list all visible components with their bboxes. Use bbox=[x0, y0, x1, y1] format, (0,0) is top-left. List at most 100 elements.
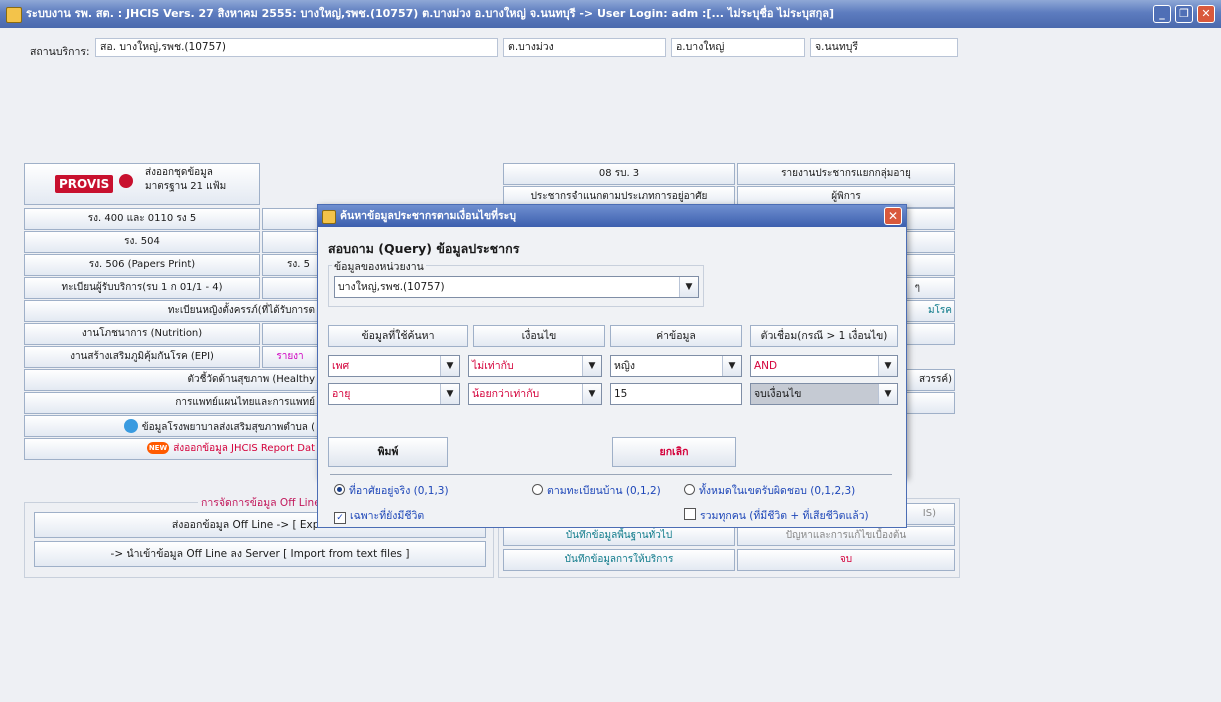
thai-medicine-button[interactable]: การแพทย์แผนไทยและการแพทย์ bbox=[24, 392, 318, 414]
condition-select-1[interactable]: ไม่เท่ากับ ▼ bbox=[468, 355, 602, 377]
condition-select-2[interactable]: น้อยกว่าเท่ากับ ▼ bbox=[468, 383, 602, 405]
window-title: ระบบงาน รพ. สต. : JHCIS Vers. 27 สิงหาคม… bbox=[26, 7, 835, 20]
connector-select-2[interactable]: จบเงื่อนไข ▼ bbox=[750, 383, 898, 405]
rs506-button[interactable]: รง. 506 (Papers Print) bbox=[24, 254, 260, 276]
check-alive-label: เฉพาะที่ยังมีชีวิต bbox=[350, 510, 425, 522]
print-button[interactable]: พิมพ์ bbox=[328, 437, 448, 467]
rs5-partial-button[interactable]: รง. 5 bbox=[262, 254, 318, 276]
nutrition-button[interactable]: งานโภชนาการ (Nutrition) bbox=[24, 323, 260, 345]
condition-select-2-value: น้อยกว่าเท่ากับ bbox=[472, 388, 540, 400]
right-hidden-4[interactable] bbox=[905, 323, 955, 345]
field-select-1[interactable]: เพศ ▼ bbox=[328, 355, 460, 377]
dialog-options-panel: ที่อาศัยอยู่จริง (0,1,3) ตามทะเบียนบ้าน … bbox=[317, 470, 907, 528]
window-titlebar: ระบบงาน รพ. สต. : JHCIS Vers. 27 สิงหาคม… bbox=[0, 0, 1221, 28]
hidden-button-3[interactable] bbox=[262, 277, 318, 299]
right-hidden-1[interactable] bbox=[905, 208, 955, 230]
field-select-2[interactable]: อายุ ▼ bbox=[328, 383, 460, 405]
provis-logo: PROVIS bbox=[55, 175, 114, 193]
chevron-down-icon: ▼ bbox=[878, 356, 897, 376]
hospital-info-button[interactable]: ข้อมูลโรงพยาบาลส่งเสริมสุขภาพตำบล ( bbox=[24, 415, 318, 437]
unit-group-title: ข้อมูลของหน่วยงาน bbox=[332, 258, 426, 275]
maximize-button[interactable]: ❐ bbox=[1175, 5, 1193, 23]
right-partial-n-button[interactable]: ๆ bbox=[905, 277, 955, 299]
right-hidden-5[interactable] bbox=[905, 392, 955, 414]
cancel-button[interactable]: ยกเลิก bbox=[612, 437, 736, 467]
provis-line2: มาตรฐาน 21 แฟ้ม bbox=[145, 181, 227, 192]
chevron-down-icon: ▼ bbox=[440, 384, 459, 404]
field-column-header[interactable]: ข้อมูลที่ใช้ค้นหา bbox=[328, 325, 468, 347]
hospital-cross-icon bbox=[123, 419, 138, 433]
condition-select-1-value: ไม่เท่ากับ bbox=[472, 360, 514, 372]
chevron-down-icon: ▼ bbox=[582, 356, 601, 376]
right-partial-disease-button[interactable]: มโรค bbox=[905, 300, 955, 322]
dialog-close-icon[interactable]: ✕ bbox=[884, 207, 902, 225]
value-column-header[interactable]: ค่าข้อมูล bbox=[610, 325, 742, 347]
tambon-field: ต.บางม่วง bbox=[503, 38, 666, 57]
chevron-down-icon: ▼ bbox=[440, 356, 459, 376]
options-divider bbox=[330, 474, 892, 475]
pregnant-register-button[interactable]: ทะเบียนหญิงตั้งครรภ์(ที่ได้รับการต bbox=[24, 300, 318, 322]
epi-button[interactable]: งานสร้างเสริมภูมิคุ้มกันโรค (EPI) bbox=[24, 346, 260, 368]
amphoe-field: อ.บางใหญ่ bbox=[671, 38, 805, 57]
java-app-icon bbox=[6, 7, 22, 23]
offline-group-title: การจัดการข้อมูล Off Line bbox=[198, 494, 324, 511]
radio-actual-label: ที่อาศัยอยู่จริง (0,1,3) bbox=[349, 485, 449, 497]
new-badge-icon: NEW bbox=[146, 442, 170, 454]
condition-column-header[interactable]: เงื่อนไข bbox=[473, 325, 605, 347]
unit-select-value: บางใหญ่,รพช.(10757) bbox=[338, 281, 445, 293]
hidden-button-1[interactable] bbox=[262, 208, 318, 230]
check-alive[interactable]: ✓ เฉพาะที่ยังมีชีวิต bbox=[334, 507, 424, 524]
service-unit-label: สถานบริการ: bbox=[30, 46, 90, 58]
hospital-info-label: ข้อมูลโรงพยาบาลส่งเสริมสุขภาพตำบล ( bbox=[141, 422, 315, 433]
chevron-down-icon: ▼ bbox=[878, 384, 897, 404]
check-all-label: รวมทุกคน (ที่มีชีวิต + ที่เสียชีวิตแล้ว) bbox=[700, 510, 869, 522]
field-select-1-value: เพศ bbox=[332, 360, 350, 372]
chevron-down-icon: ▼ bbox=[722, 356, 741, 376]
right-hidden-2[interactable] bbox=[905, 231, 955, 253]
radio-register-label: ตามทะเบียนบ้าน (0,1,2) bbox=[547, 485, 661, 497]
rb3-button[interactable]: 08 รบ. 3 bbox=[503, 163, 735, 185]
hidden-button-4[interactable] bbox=[262, 323, 318, 345]
register-button[interactable]: ทะเบียนผู้รับบริการ(รบ 1 ก 01/1 - 4) bbox=[24, 277, 260, 299]
field-select-2-value: อายุ bbox=[332, 388, 351, 400]
value-input-1-value: หญิง bbox=[614, 360, 635, 372]
right-partial-heaven-button[interactable]: สวรรค์) bbox=[905, 369, 955, 391]
service-unit-field: สอ. บางใหญ่,รพช.(10757) bbox=[95, 38, 498, 57]
value-input-2[interactable]: 15 bbox=[610, 383, 742, 405]
provis-export-button[interactable]: PROVIS ส่งออกชุดข้อมูล มาตรฐาน 21 แฟ้ม bbox=[24, 163, 260, 205]
chevron-down-icon: ▼ bbox=[679, 277, 698, 297]
connector-select-1[interactable]: AND ▼ bbox=[750, 355, 898, 377]
provis-line1: ส่งออกชุดข้อมูล bbox=[145, 167, 213, 178]
radio-register[interactable]: ตามทะเบียนบ้าน (0,1,2) bbox=[532, 482, 661, 499]
export-report-button[interactable]: NEW ส่งออกข้อมูล JHCIS Report Dat bbox=[24, 438, 318, 460]
connector-column-header[interactable]: ตัวเชื่อม(กรณี > 1 เงื่อนไข) bbox=[750, 325, 898, 347]
dialog-heading: สอบถาม (Query) ข้อมูลประชากร bbox=[328, 241, 520, 256]
right-hidden-3[interactable] bbox=[905, 254, 955, 276]
rs400-button[interactable]: รง. 400 และ 0110 รง 5 bbox=[24, 208, 260, 230]
healthy-indicator-button[interactable]: ตัวชี้วัดด้านสุขภาพ (Healthy bbox=[24, 369, 318, 391]
dialog-titlebar: ค้นหาข้อมูลประชากรตามเงื่อนไขที่ระบุ ✕ bbox=[318, 205, 906, 227]
radio-actual-dot bbox=[334, 484, 345, 495]
radio-actual[interactable]: ที่อาศัยอยู่จริง (0,1,3) bbox=[334, 482, 449, 499]
check-all[interactable]: รวมทุกคน (ที่มีชีวิต + ที่เสียชีวิตแล้ว) bbox=[684, 507, 869, 524]
close-button[interactable]: ✕ bbox=[1197, 5, 1215, 23]
value-input-1[interactable]: หญิง ▼ bbox=[610, 355, 742, 377]
minimize-button[interactable]: _ bbox=[1153, 5, 1171, 23]
radio-all[interactable]: ทั้งหมดในเขตรับผิดชอบ (0,1,2,3) bbox=[684, 482, 855, 499]
check-alive-box: ✓ bbox=[334, 512, 346, 524]
dialog-app-icon bbox=[322, 210, 336, 224]
epi-report-button[interactable]: รายงา bbox=[262, 346, 318, 368]
radio-register-dot bbox=[532, 484, 543, 495]
age-report-button[interactable]: รายงานประชากรแยกกลุ่มอายุ bbox=[737, 163, 955, 185]
hidden-button-2[interactable] bbox=[262, 231, 318, 253]
provis-logo-mark-icon bbox=[119, 174, 133, 188]
rs504-button[interactable]: รง. 504 bbox=[24, 231, 260, 253]
dialog-title: ค้นหาข้อมูลประชากรตามเงื่อนไขที่ระบุ bbox=[340, 210, 516, 222]
export-report-label: ส่งออกข้อมูล JHCIS Report Dat bbox=[173, 443, 315, 454]
value-input-2-value: 15 bbox=[614, 388, 628, 400]
radio-all-label: ทั้งหมดในเขตรับผิดชอบ (0,1,2,3) bbox=[699, 485, 856, 497]
unit-select[interactable]: บางใหญ่,รพช.(10757) ▼ bbox=[334, 276, 699, 298]
query-dialog: ค้นหาข้อมูลประชากรตามเงื่อนไขที่ระบุ ✕ ส… bbox=[317, 204, 907, 478]
check-all-box bbox=[684, 508, 696, 520]
offline-import-button[interactable]: -> นำเข้าข้อมูล Off Line ลง Server [ Imp… bbox=[34, 541, 486, 567]
